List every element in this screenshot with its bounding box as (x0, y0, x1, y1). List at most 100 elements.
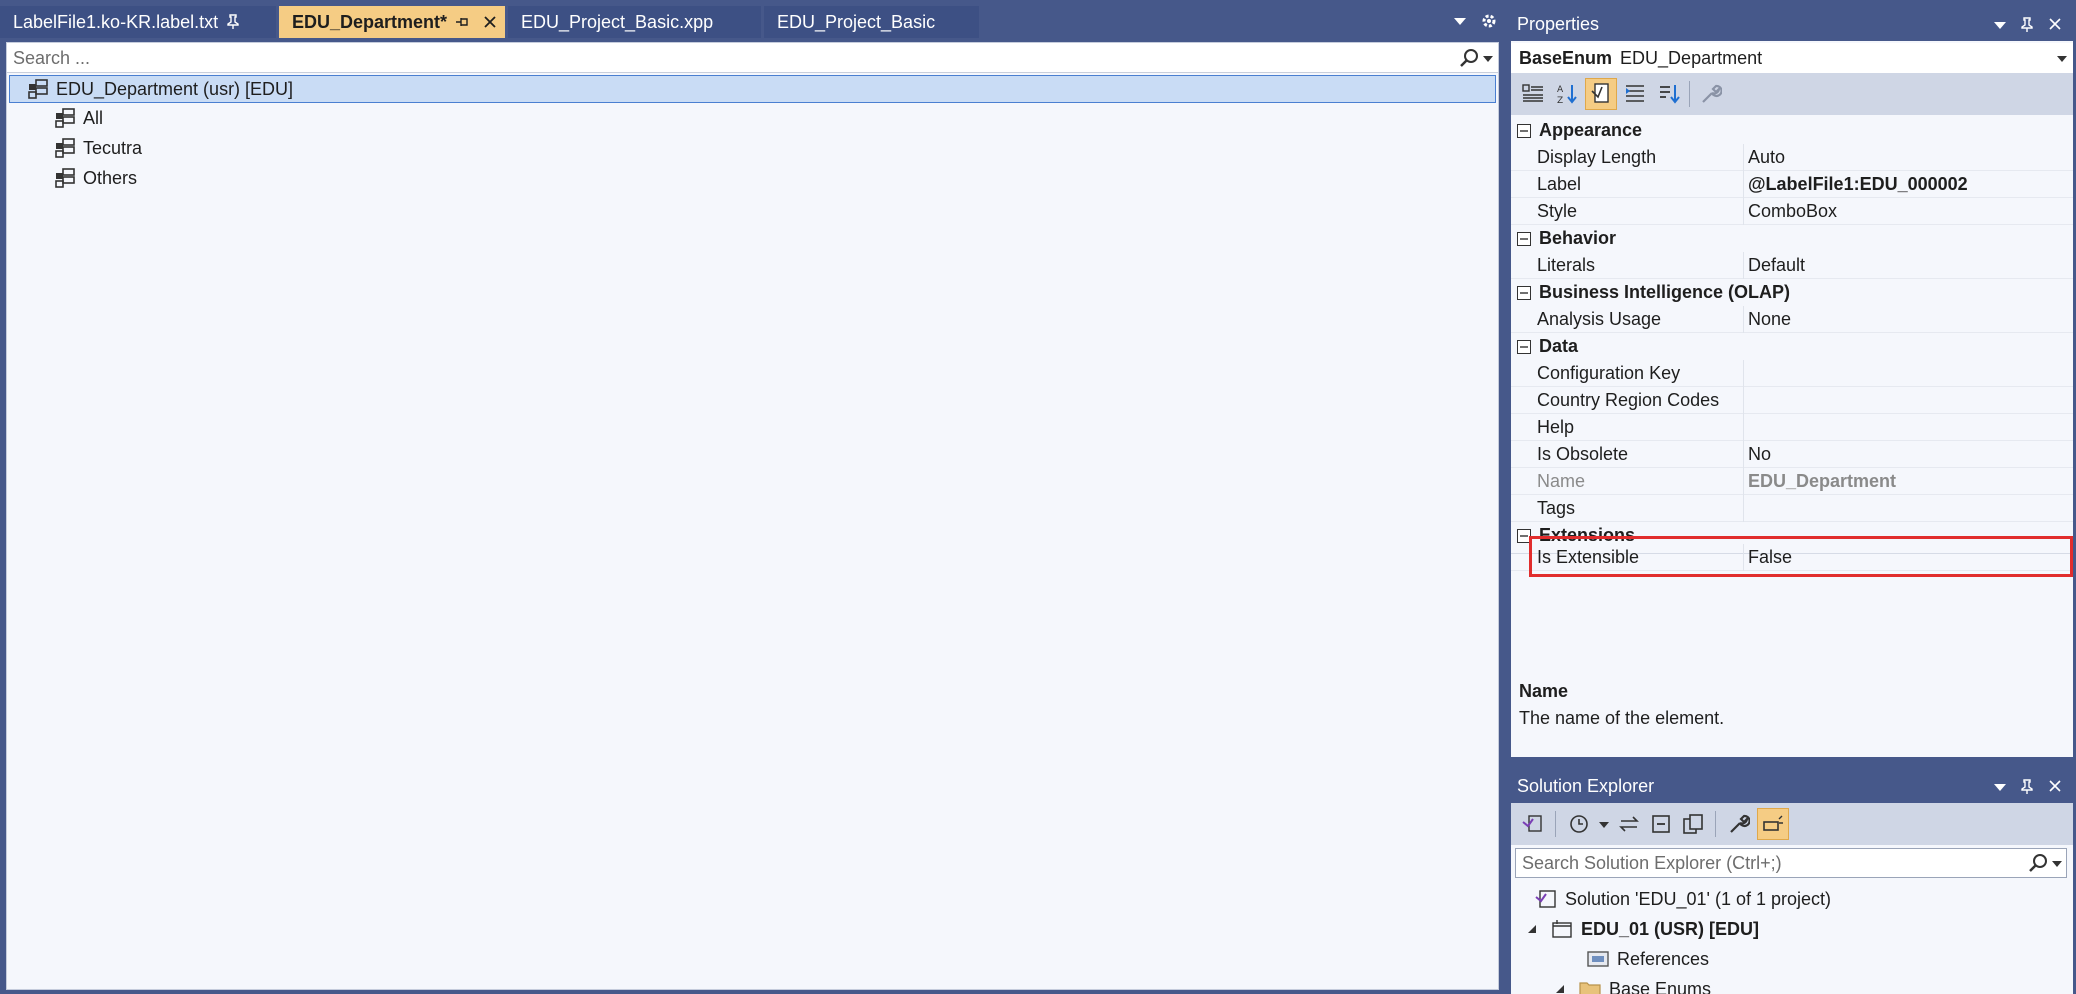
wrench-icon (1730, 814, 1750, 833)
category-behavior[interactable]: Behavior (1511, 225, 2073, 252)
chevron-down-icon[interactable] (2057, 55, 2067, 63)
tree-node-label: References (1617, 948, 1710, 969)
tab-project-basic[interactable]: EDU_Project_Basic (764, 6, 979, 38)
category-business-intelligence[interactable]: Business Intelligence (OLAP) (1511, 279, 2073, 306)
property-help[interactable]: Help (1511, 414, 2073, 441)
pin-icon[interactable] (2021, 779, 2033, 795)
properties-button[interactable] (1723, 808, 1755, 840)
tree-node-label: All (83, 107, 104, 128)
categorized-button[interactable] (1517, 78, 1549, 110)
collapse-icon[interactable] (1517, 285, 1531, 300)
property-name: Help (1537, 417, 1575, 437)
document-tab-strip: LabelFile1.ko-KR.label.txt EDU_Departmen… (0, 0, 1505, 42)
window-menu-icon[interactable] (1993, 782, 2007, 792)
gear-icon[interactable] (1480, 12, 1498, 30)
properties-toolbar: AZ (1511, 73, 2073, 115)
property-value[interactable]: @LabelFile1:EDU_000002 (1748, 174, 1968, 195)
object-selector[interactable]: BaseEnum EDU_Department (1511, 43, 2073, 73)
chevron-down-icon[interactable] (1599, 821, 1609, 829)
close-icon[interactable] (2048, 17, 2062, 31)
solution-search-input[interactable] (1522, 851, 2022, 875)
solution-explorer-title-bar: Solution Explorer (1511, 769, 2073, 803)
project-node[interactable]: EDU_01 (USR) [EDU] (1527, 915, 1759, 943)
tree-node-label: Tecutra (83, 137, 143, 158)
property-country-region-codes[interactable]: Country Region Codes (1511, 387, 2073, 414)
property-value[interactable]: Auto (1748, 147, 1785, 168)
switch-views-button[interactable] (1517, 808, 1549, 840)
tree-node-all[interactable]: All (55, 104, 103, 132)
preview-selected-button[interactable] (1757, 808, 1789, 840)
base-enum-icon (28, 79, 48, 99)
property-configuration-key[interactable]: Configuration Key (1511, 360, 2073, 387)
category-data[interactable]: Data (1511, 333, 2073, 360)
property-label[interactable]: Label @LabelFile1:EDU_000002 (1511, 171, 2073, 198)
sort-button[interactable] (1653, 78, 1685, 110)
tab-label: EDU_Project_Basic (777, 11, 936, 32)
chevron-down-icon[interactable] (1452, 14, 1468, 28)
properties-panel: Properties BaseEnum EDU_Department AZ Ap… (1511, 7, 2073, 757)
sync-icon (1619, 816, 1639, 832)
tree-node-tecutra[interactable]: Tecutra (55, 134, 142, 162)
pin-icon[interactable] (226, 14, 240, 30)
tab-edu-department[interactable]: EDU_Department* (279, 6, 505, 38)
category-label: Data (1539, 336, 1579, 356)
property-name-readonly[interactable]: Name EDU_Department (1511, 468, 2073, 495)
svg-text:A: A (1557, 85, 1564, 95)
expand-arrow-icon[interactable] (1527, 924, 1537, 934)
events-button[interactable] (1619, 78, 1651, 110)
tree-root-node[interactable]: EDU_Department (usr) [EDU] (9, 75, 1496, 103)
sort-desc-icon (1660, 85, 1680, 104)
tree-node-label: EDU_01 (USR) [EDU] (1581, 918, 1760, 939)
designer-search-input[interactable] (13, 45, 1453, 71)
tree-node-others[interactable]: Others (55, 164, 137, 192)
collapse-icon[interactable] (1517, 123, 1531, 138)
property-value[interactable]: No (1748, 444, 1771, 465)
property-display-length[interactable]: Display Length Auto (1511, 144, 2073, 171)
close-icon[interactable] (483, 15, 497, 29)
property-value[interactable]: ComboBox (1748, 201, 1837, 222)
chevron-down-icon[interactable] (2052, 860, 2062, 868)
property-literals[interactable]: Literals Default (1511, 252, 2073, 279)
tree-node-label: Solution 'EDU_01' (1 of 1 project) (1565, 888, 1832, 909)
expand-arrow-icon[interactable] (1555, 984, 1565, 994)
property-pages-button[interactable] (1695, 78, 1727, 110)
search-icon[interactable] (1459, 48, 1479, 68)
property-value[interactable]: None (1748, 309, 1791, 330)
object-kind: BaseEnum (1519, 47, 1613, 68)
base-enums-node[interactable]: Base Enums (1555, 975, 1711, 994)
category-appearance[interactable]: Appearance (1511, 117, 2073, 144)
references-icon (1587, 950, 1609, 968)
show-all-files-button[interactable] (1677, 808, 1709, 840)
alphabetical-button[interactable]: AZ (1551, 78, 1583, 110)
toolbar-separator (1689, 81, 1690, 107)
property-value[interactable]: Default (1748, 255, 1805, 276)
pending-changes-button[interactable] (1563, 808, 1595, 840)
property-name: Country Region Codes (1537, 390, 1720, 410)
solution-node[interactable]: Solution 'EDU_01' (1 of 1 project) (1535, 885, 1831, 913)
sync-button[interactable] (1613, 808, 1645, 840)
tree-node-label: EDU_Department (usr) [EDU] (56, 78, 294, 99)
close-icon[interactable] (2048, 779, 2062, 793)
property-is-obsolete[interactable]: Is Obsolete No (1511, 441, 2073, 468)
folder-icon (1579, 980, 1601, 994)
collapse-icon[interactable] (1517, 339, 1531, 354)
property-style[interactable]: Style ComboBox (1511, 198, 2073, 225)
tab-labelfile[interactable]: LabelFile1.ko-KR.label.txt (0, 6, 276, 38)
property-name: Name (1537, 471, 1586, 491)
enum-value-icon (55, 108, 75, 128)
references-node[interactable]: References (1587, 945, 1709, 973)
object-name: EDU_Department (1620, 47, 1763, 68)
collapse-icon[interactable] (1517, 231, 1531, 246)
collapse-all-button[interactable] (1645, 808, 1677, 840)
window-menu-icon[interactable] (1993, 20, 2007, 30)
property-tags[interactable]: Tags (1511, 495, 2073, 522)
pin-icon[interactable] (2021, 17, 2033, 33)
pin-icon[interactable] (455, 15, 471, 29)
toolbar-separator (1715, 811, 1716, 837)
chevron-down-icon[interactable] (1483, 55, 1493, 63)
properties-view-button[interactable] (1585, 78, 1617, 110)
tab-project-basic-xpp[interactable]: EDU_Project_Basic.xpp (508, 6, 761, 38)
search-icon[interactable] (2028, 853, 2048, 873)
property-analysis-usage[interactable]: Analysis Usage None (1511, 306, 2073, 333)
svg-text:Z: Z (1557, 96, 1563, 105)
